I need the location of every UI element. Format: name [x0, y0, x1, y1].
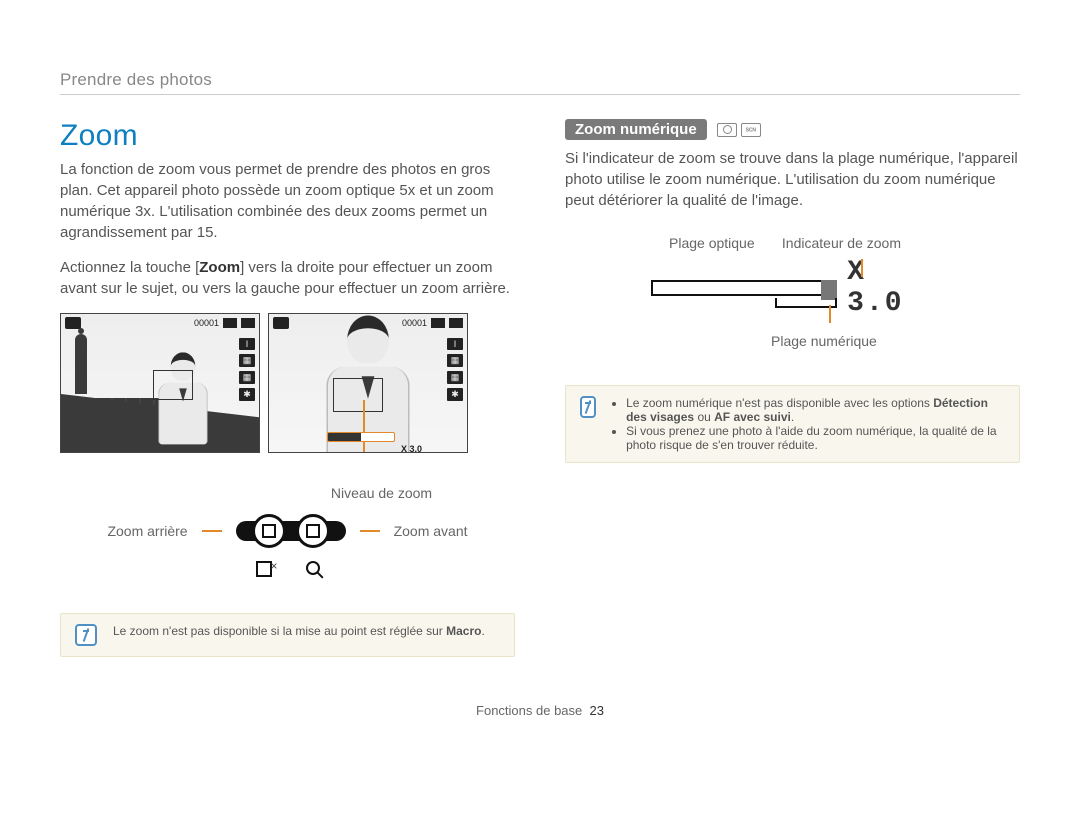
note-macro-word: Macro — [446, 624, 481, 638]
nb1-a: Le zoom numérique n'est pas disponible a… — [626, 396, 933, 410]
scn-mode-icon — [741, 123, 761, 137]
pre-header: Prendre des photos — [60, 70, 1020, 95]
digital-zoom-paragraph: Si l'indicateur de zoom se trouve dans l… — [565, 148, 1020, 211]
zoom-level-bar — [327, 432, 395, 442]
note-bullet-2: Si vous prenez une photo à l'aide du zoo… — [626, 424, 1005, 452]
shot-counter: 00001 — [194, 318, 219, 328]
note-text-end: . — [481, 624, 484, 638]
p2-part-a: Actionnez la touche [ — [60, 259, 199, 276]
label-plage-numerique: Plage numérique — [771, 333, 925, 349]
nb1-d: AF avec suivi — [714, 410, 791, 424]
camera-mode-icon — [273, 317, 289, 329]
mode-icons — [717, 123, 761, 137]
note-text: Le zoom n'est pas disponible si la mise … — [113, 624, 446, 638]
callout-line — [861, 259, 863, 277]
zoom-indicator-block — [821, 280, 837, 300]
page-footer: Fonctions de base 23 — [60, 703, 1020, 718]
zoom-in-icon — [306, 561, 320, 575]
digital-range-bracket — [775, 298, 837, 308]
nb1-c: ou — [694, 410, 714, 424]
callout-line — [829, 305, 831, 323]
callout-line — [363, 400, 365, 452]
camera-mode-p-icon — [717, 123, 737, 137]
section-title-zoom: Zoom — [60, 119, 515, 153]
callout-line — [202, 530, 222, 532]
zoom-level-value: X 3.0 — [401, 444, 422, 453]
zoom-out-label: Zoom arrière — [107, 523, 187, 539]
callout-line — [360, 530, 380, 532]
zoom-rocker-diagram — [236, 509, 346, 553]
storage-icon — [223, 318, 237, 328]
af-frame — [153, 370, 193, 400]
af-frame — [333, 378, 383, 412]
note-box-digital-zoom: Le zoom numérique n'est pas disponible a… — [565, 385, 1020, 463]
subject-far — [155, 352, 212, 452]
intro-paragraph-1: La fonction de zoom vous permet de prend… — [60, 159, 515, 243]
right-hud-icons: I▦▦✱ — [239, 338, 255, 401]
storage-icon — [431, 318, 445, 328]
note-icon — [580, 396, 596, 418]
note-bullet-1: Le zoom numérique n'est pas disponible a… — [626, 396, 1005, 424]
zoom-level-caption: Niveau de zoom — [248, 485, 515, 501]
label-plage-optique: Plage optique — [669, 235, 755, 251]
zoom-multiplier-value: X 3.0 — [847, 257, 925, 319]
nb1-e: . — [791, 410, 794, 424]
battery-icon — [241, 318, 255, 328]
note-box-macro: Le zoom n'est pas disponible si la mise … — [60, 613, 515, 657]
right-hud-icons: I▦▦✱ — [447, 338, 463, 401]
p2-zoom-key: Zoom — [199, 259, 240, 276]
footer-section: Fonctions de base — [476, 703, 582, 718]
intro-paragraph-2: Actionnez la touche [Zoom] vers la droit… — [60, 257, 515, 299]
zoom-out-icon — [256, 561, 272, 577]
lcd-screenshot-zoomed: 00001 I▦▦✱ X 3.0 — [268, 313, 468, 453]
note-icon — [75, 624, 97, 646]
footer-page-number: 23 — [590, 703, 604, 718]
battery-icon — [449, 318, 463, 328]
camera-mode-icon — [65, 317, 81, 329]
zoom-range-bar — [651, 280, 837, 296]
lcd-screenshot-wide: 00001 I▦▦✱ — [60, 313, 260, 453]
subsection-header-digital-zoom: Zoom numérique — [565, 119, 707, 140]
zoom-in-label: Zoom avant — [394, 523, 468, 539]
zoom-range-diagram: Plage optique Indicateur de zoom X 3.0 P… — [565, 235, 925, 349]
label-indicateur: Indicateur de zoom — [782, 235, 901, 251]
